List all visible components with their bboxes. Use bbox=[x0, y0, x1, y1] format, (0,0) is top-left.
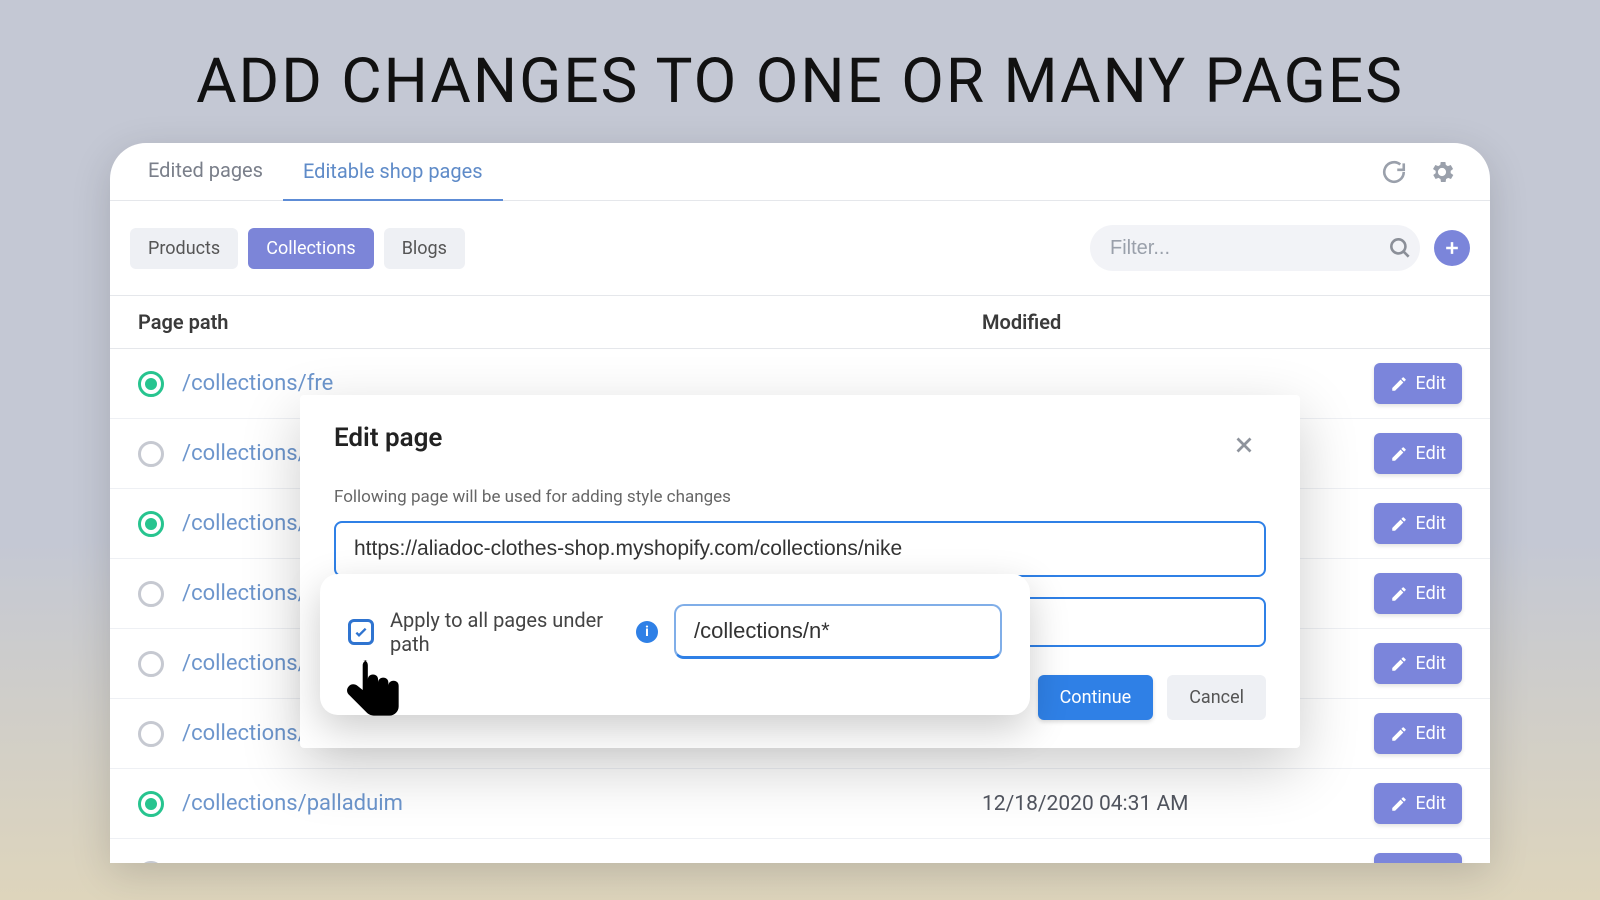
pencil-icon bbox=[1390, 725, 1408, 743]
search-icon[interactable] bbox=[1387, 235, 1413, 261]
row-modified: 12/18/2020 04:31 AM bbox=[982, 792, 1322, 816]
table-row: /collections/puma Edit bbox=[110, 839, 1490, 863]
row-radio[interactable] bbox=[138, 371, 164, 397]
edit-button[interactable]: Edit bbox=[1374, 643, 1462, 684]
row-radio[interactable] bbox=[138, 511, 164, 537]
edit-button[interactable]: Edit bbox=[1374, 433, 1462, 474]
col-modified: Modified bbox=[982, 310, 1322, 334]
edit-button[interactable]: Edit bbox=[1374, 363, 1462, 404]
apply-path-card: Apply to all pages under path i bbox=[320, 574, 1030, 715]
path-pattern-input[interactable] bbox=[674, 604, 1002, 659]
continue-button[interactable]: Continue bbox=[1038, 675, 1154, 720]
pencil-icon bbox=[1390, 515, 1408, 533]
table-header: Page path Modified bbox=[110, 296, 1490, 349]
apply-all-label: Apply to all pages under path bbox=[390, 608, 620, 656]
row-radio[interactable] bbox=[138, 721, 164, 747]
row-path[interactable]: /collections/palladuim bbox=[182, 791, 403, 816]
row-radio[interactable] bbox=[138, 861, 164, 864]
edit-button[interactable]: Edit bbox=[1374, 573, 1462, 614]
edit-button[interactable]: Edit bbox=[1374, 713, 1462, 754]
filter-input[interactable] bbox=[1110, 237, 1375, 260]
row-path[interactable]: /collections/puma bbox=[182, 861, 362, 863]
toolbar: Products Collections Blogs bbox=[110, 201, 1490, 295]
close-icon[interactable] bbox=[1222, 423, 1266, 467]
pencil-icon bbox=[1390, 795, 1408, 813]
chip-blogs[interactable]: Blogs bbox=[384, 228, 465, 269]
pencil-icon bbox=[1390, 585, 1408, 603]
page-url-input[interactable] bbox=[334, 521, 1266, 577]
modal-help-text: Following page will be used for adding s… bbox=[334, 487, 1266, 507]
edit-button[interactable]: Edit bbox=[1374, 503, 1462, 544]
refresh-icon[interactable] bbox=[1380, 158, 1408, 186]
info-icon[interactable]: i bbox=[636, 621, 658, 643]
row-radio[interactable] bbox=[138, 791, 164, 817]
chip-products[interactable]: Products bbox=[130, 228, 238, 269]
pencil-icon bbox=[1390, 445, 1408, 463]
filter-box bbox=[1090, 225, 1420, 271]
pointer-hand-icon bbox=[340, 654, 408, 732]
edit-button[interactable]: Edit bbox=[1374, 783, 1462, 824]
pencil-icon bbox=[1390, 375, 1408, 393]
apply-all-checkbox[interactable] bbox=[348, 619, 374, 645]
tabs: Edited pages Editable shop pages bbox=[110, 143, 1490, 201]
tab-editable-shop-pages[interactable]: Editable shop pages bbox=[283, 143, 503, 201]
tab-edited-pages[interactable]: Edited pages bbox=[128, 143, 283, 201]
chip-collections[interactable]: Collections bbox=[248, 228, 373, 269]
col-page-path: Page path bbox=[138, 310, 982, 334]
edit-button[interactable]: Edit bbox=[1374, 853, 1462, 863]
row-radio[interactable] bbox=[138, 441, 164, 467]
gear-icon[interactable] bbox=[1428, 158, 1456, 186]
page-title: ADD CHANGES TO ONE OR MANY PAGES bbox=[0, 0, 1600, 143]
row-path[interactable]: /collections/fre bbox=[182, 371, 333, 396]
cancel-button[interactable]: Cancel bbox=[1167, 675, 1266, 720]
add-button[interactable] bbox=[1434, 230, 1470, 266]
pencil-icon bbox=[1390, 655, 1408, 673]
row-radio[interactable] bbox=[138, 581, 164, 607]
row-radio[interactable] bbox=[138, 651, 164, 677]
table-row: /collections/palladuim 12/18/2020 04:31 … bbox=[110, 769, 1490, 839]
modal-title: Edit page bbox=[334, 423, 442, 453]
